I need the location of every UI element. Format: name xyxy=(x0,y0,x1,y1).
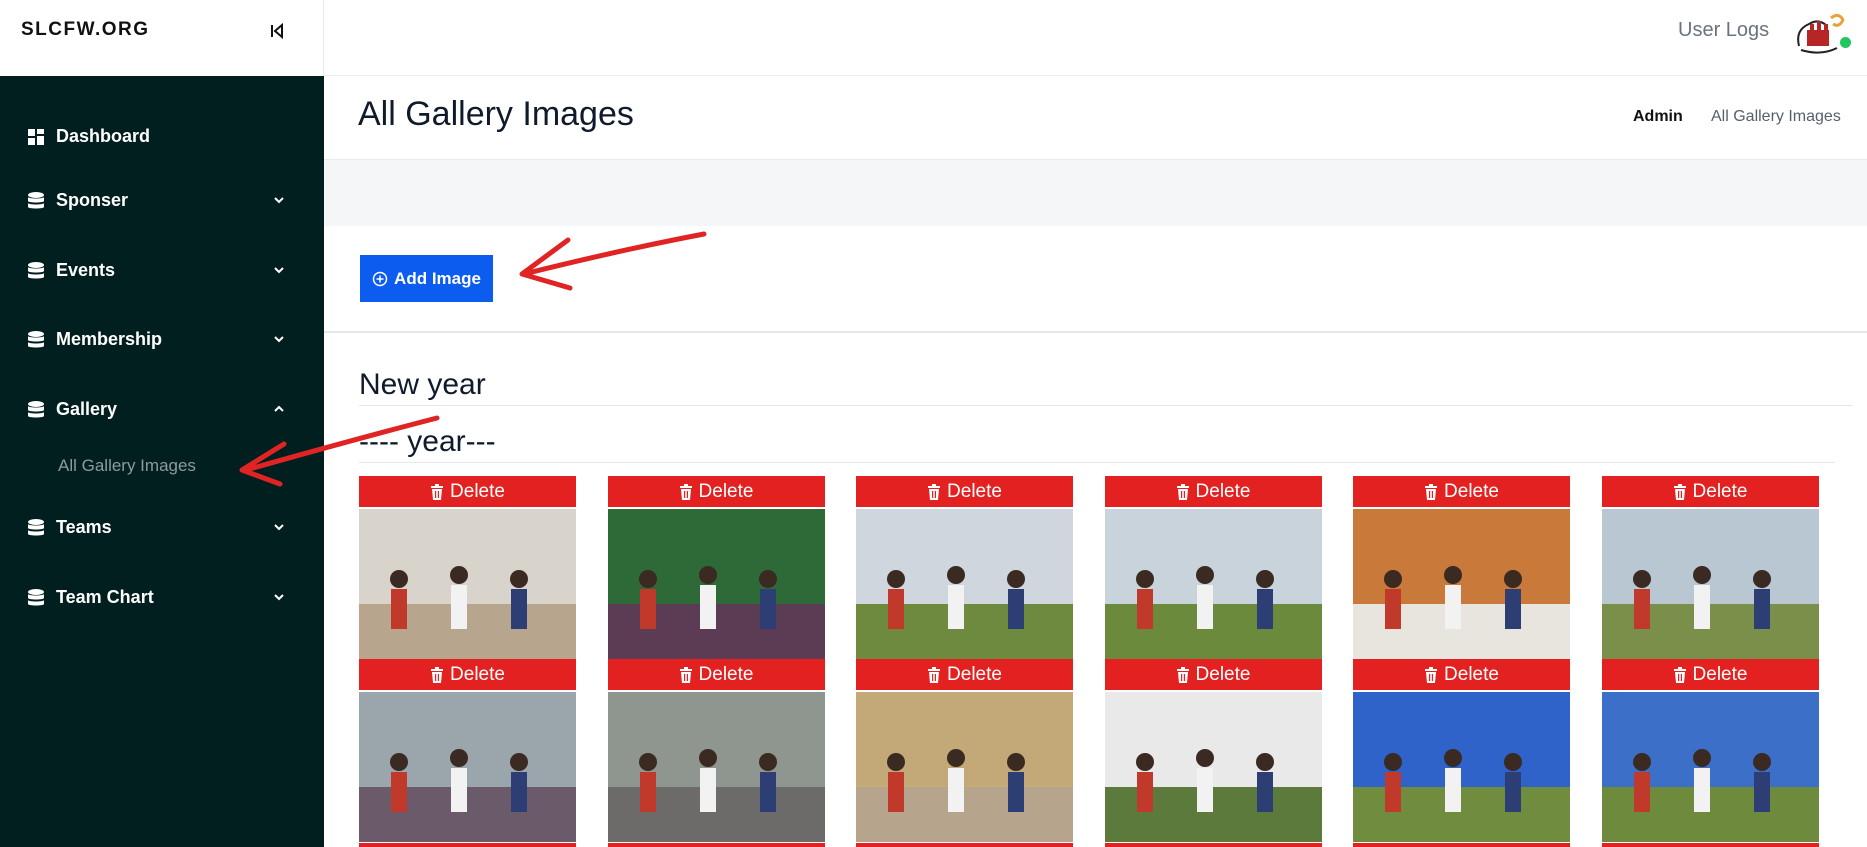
avatar[interactable] xyxy=(1793,8,1849,58)
delete-label: Delete xyxy=(450,480,505,502)
sidebar-subitem-all-gallery-images[interactable]: All Gallery Images xyxy=(58,456,196,476)
add-image-label: Add Image xyxy=(394,268,481,288)
trash-icon xyxy=(679,666,692,683)
user-logs-link[interactable]: User Logs xyxy=(1678,19,1769,42)
divider xyxy=(324,331,1867,333)
delete-button[interactable]: Delete xyxy=(1353,476,1570,507)
trash-icon xyxy=(1425,666,1438,683)
sidebar-item-label: Teams xyxy=(56,517,112,537)
delete-button[interactable]: Delete xyxy=(1601,476,1819,507)
database-icon xyxy=(28,401,44,418)
delete-button[interactable]: Delete xyxy=(359,659,576,690)
trash-icon xyxy=(1425,483,1438,500)
dashboard-icon xyxy=(28,129,44,145)
delete-button-edge xyxy=(856,843,1073,847)
gallery-photo[interactable] xyxy=(607,509,825,659)
trash-icon xyxy=(928,666,941,683)
divider xyxy=(359,462,1835,463)
delete-button[interactable]: Delete xyxy=(856,476,1073,507)
collapse-icon xyxy=(271,22,283,40)
gallery-photo[interactable] xyxy=(1104,509,1322,659)
brand-logo-text: SLCFW.ORG xyxy=(21,19,150,40)
gallery-photo[interactable] xyxy=(1601,509,1819,659)
sidebar-item-teams[interactable]: Teams xyxy=(0,506,324,550)
gallery-photo[interactable] xyxy=(359,692,576,842)
sidebar-item-membership[interactable]: Membership xyxy=(0,318,324,362)
gallery-photo[interactable] xyxy=(1353,509,1570,659)
sidebar-item-label: Sponser xyxy=(56,190,129,210)
chevron-down-icon xyxy=(274,594,284,601)
trash-icon xyxy=(431,666,444,683)
chevron-down-icon xyxy=(274,197,284,204)
annotation-arrow xyxy=(519,231,707,291)
database-icon xyxy=(28,589,44,606)
delete-button[interactable]: Delete xyxy=(1104,659,1322,690)
chevron-down-icon xyxy=(274,524,284,531)
gallery-photo[interactable] xyxy=(856,692,1073,842)
delete-button[interactable]: Delete xyxy=(1104,476,1322,507)
delete-label: Delete xyxy=(1692,480,1748,502)
gallery-photo[interactable] xyxy=(359,509,576,659)
sidebar-item-team-chart[interactable]: Team Chart xyxy=(0,576,324,620)
divider xyxy=(359,405,1853,406)
delete-button[interactable]: Delete xyxy=(856,659,1073,690)
sidebar-item-label: Events xyxy=(56,260,116,280)
trash-icon xyxy=(1176,666,1189,683)
trash-icon xyxy=(679,483,692,500)
gallery-photo[interactable] xyxy=(1353,692,1570,842)
sidebar-item-label: Gallery xyxy=(56,399,118,419)
delete-button[interactable]: Delete xyxy=(607,476,825,507)
sidebar-item-label: Dashboard xyxy=(56,126,151,146)
content-band xyxy=(324,160,1867,226)
delete-button-edge xyxy=(359,843,576,847)
trash-icon xyxy=(1673,666,1686,683)
sidebar-item-label: Team Chart xyxy=(56,587,154,607)
delete-label: Delete xyxy=(1444,663,1499,685)
trash-icon xyxy=(928,483,941,500)
trash-icon xyxy=(1176,483,1189,500)
topbar xyxy=(324,0,1867,76)
brand-bar: SLCFW.ORG xyxy=(0,0,324,76)
breadcrumb-current: All Gallery Images xyxy=(1711,108,1841,125)
chevron-down-icon xyxy=(274,267,284,274)
delete-button-edge xyxy=(607,843,825,847)
gallery-photo[interactable] xyxy=(1104,692,1322,842)
gallery-photo[interactable] xyxy=(607,692,825,842)
delete-button[interactable]: Delete xyxy=(1601,659,1819,690)
breadcrumb-admin[interactable]: Admin xyxy=(1633,108,1683,126)
database-icon xyxy=(28,262,44,279)
delete-label: Delete xyxy=(1195,480,1251,502)
delete-label: Delete xyxy=(698,480,754,502)
page-title: All Gallery Images xyxy=(358,95,634,133)
database-icon xyxy=(28,519,44,536)
sidebar-item-sponser[interactable]: Sponser xyxy=(0,179,324,223)
delete-label: Delete xyxy=(947,480,1002,502)
trash-icon xyxy=(1673,483,1686,500)
delete-button-edge xyxy=(1353,843,1570,847)
sidebar-item-dashboard[interactable]: Dashboard xyxy=(0,115,324,159)
gallery-photo[interactable] xyxy=(856,509,1073,659)
delete-label: Delete xyxy=(698,663,754,685)
gallery-photo[interactable] xyxy=(1601,692,1819,842)
database-icon xyxy=(28,331,44,348)
gallery-section-title: New year xyxy=(359,368,486,401)
delete-button-edge xyxy=(1104,843,1322,847)
delete-button[interactable]: Delete xyxy=(607,659,825,690)
delete-label: Delete xyxy=(450,663,505,685)
delete-button[interactable]: Delete xyxy=(1353,659,1570,690)
add-image-button[interactable]: Add Image xyxy=(360,255,493,302)
sidebar-item-label: Membership xyxy=(56,329,163,349)
plus-circle-icon xyxy=(372,271,388,286)
database-icon xyxy=(28,192,44,209)
online-status-dot xyxy=(1840,37,1851,48)
delete-label: Delete xyxy=(1692,663,1748,685)
delete-button-edge xyxy=(1601,843,1819,847)
annotation-arrow xyxy=(239,415,440,487)
chevron-down-icon xyxy=(274,336,284,343)
sidebar-item-events[interactable]: Events xyxy=(0,249,324,293)
collapse-sidebar-button[interactable] xyxy=(266,20,288,42)
delete-label: Delete xyxy=(1195,663,1251,685)
delete-label: Delete xyxy=(1444,480,1499,502)
delete-label: Delete xyxy=(947,663,1002,685)
